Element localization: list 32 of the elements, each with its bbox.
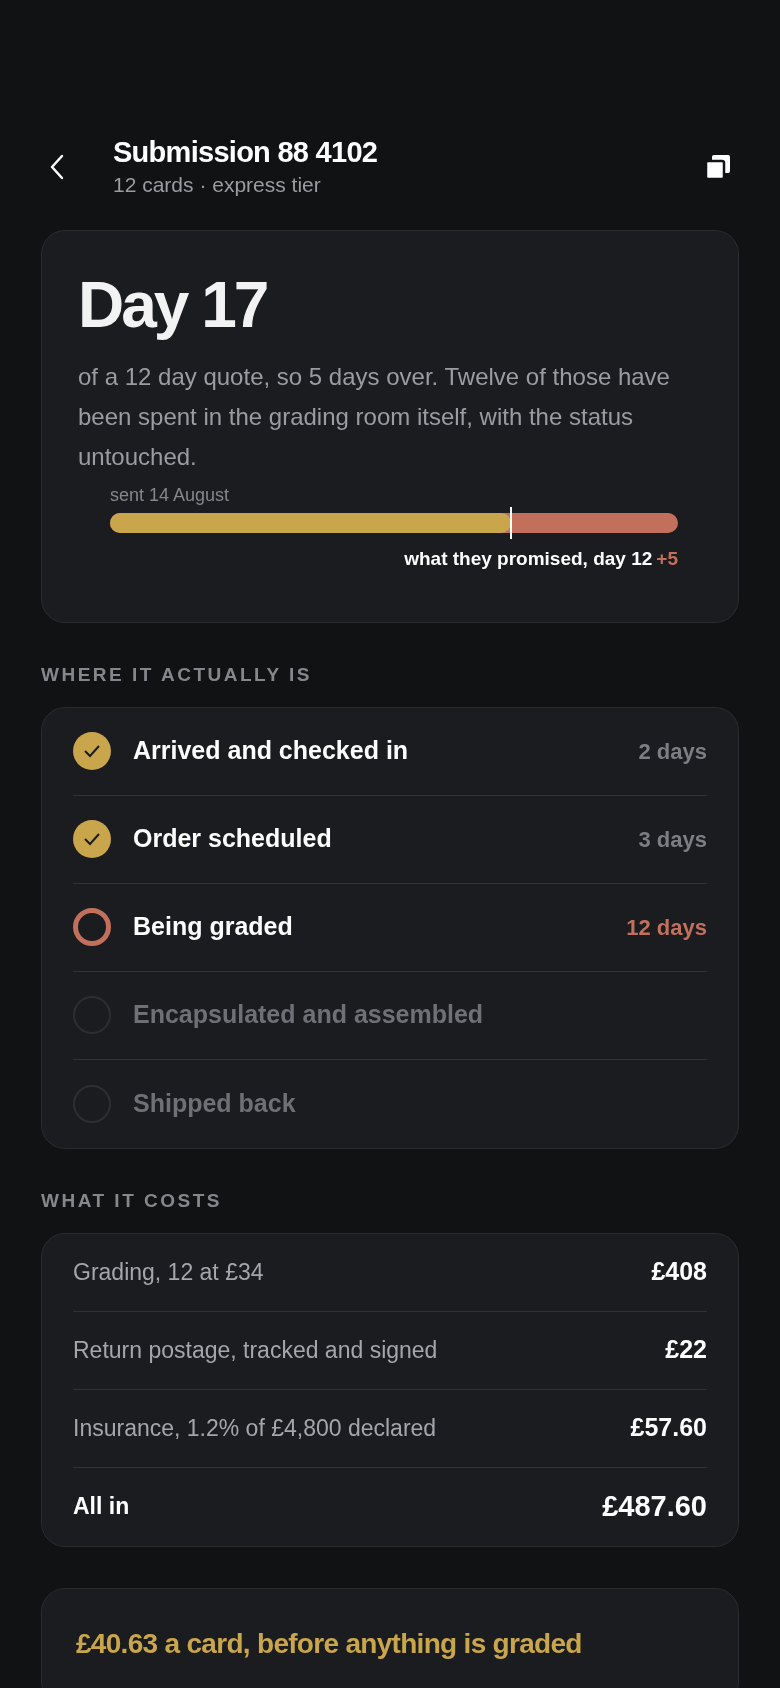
step-label: Being graded <box>133 911 294 943</box>
step-label: Shipped back <box>133 1087 297 1119</box>
back-icon <box>50 154 64 180</box>
cost-label: Grading, 12 at £34 <box>73 1257 264 1287</box>
step-duration: 2 days <box>638 737 707 766</box>
total-amount: £487.60 <box>602 1488 707 1524</box>
start-label: sent 14 August <box>110 484 231 507</box>
summary-text: of a 12 day quote, so 5 days over. Twelve of those have been spent in the grading room itself, with the status untouched. <box>78 362 671 472</box>
promise-label: what they promised, day 12 <box>404 547 653 571</box>
cost-amount: £22 <box>665 1334 707 1366</box>
step-label: Order scheduled <box>133 823 333 855</box>
check-icon <box>73 820 111 858</box>
step-duration: 12 days <box>626 913 707 942</box>
screen-subtitle: 12 cards · express tier <box>113 172 322 198</box>
note-text: £40.63 a card, before anything is graded <box>76 1626 583 1661</box>
promise-marker <box>510 507 512 539</box>
section-heading: WHERE IT ACTUALLY IS <box>41 662 313 687</box>
cost-amount: £408 <box>651 1256 707 1288</box>
screen-title: Submission 88 4102 <box>113 135 379 170</box>
cost-amount: £57.60 <box>630 1412 707 1444</box>
total-label: All in <box>73 1492 130 1522</box>
section-heading: WHAT IT COSTS <box>41 1188 223 1213</box>
day-count: Day 17 <box>78 269 268 341</box>
step-label: Arrived and checked in <box>133 735 410 767</box>
check-icon <box>73 732 111 770</box>
step-label: Encapsulated and assembled <box>133 999 485 1031</box>
step-duration: 3 days <box>638 825 707 854</box>
copy-icon <box>704 153 732 181</box>
overrun-label: +5 <box>656 547 678 571</box>
cost-label: Return postage, tracked and signed <box>73 1335 438 1365</box>
cost-label: Insurance, 1.2% of £4,800 declared <box>73 1413 437 1443</box>
ring-icon <box>73 908 111 946</box>
